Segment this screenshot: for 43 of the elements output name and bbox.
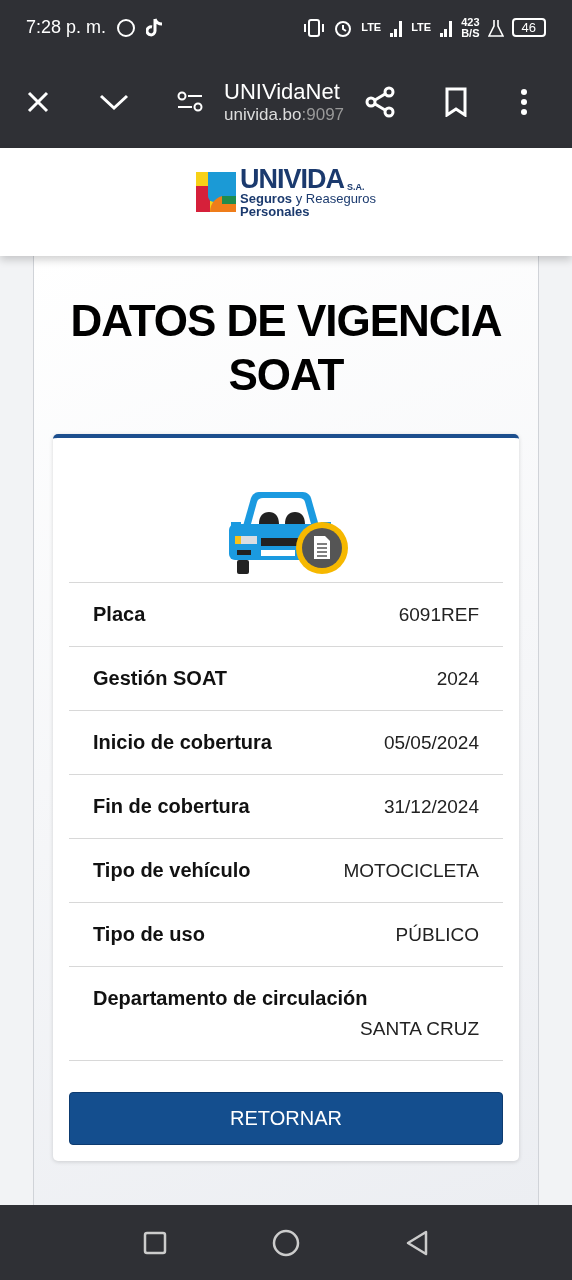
detail-value: PÚBLICO — [395, 924, 479, 946]
network-type: LTE — [411, 22, 432, 33]
detail-value: 05/05/2024 — [383, 732, 479, 754]
page-heading: DATOS DE VIGENCIA SOAT — [69, 295, 503, 401]
detail-label: Gestión SOAT — [93, 667, 228, 690]
detail-label: Placa — [93, 603, 146, 626]
detail-value: SANTA CRUZ — [360, 1018, 479, 1040]
detail-value: MOTOCICLETA — [343, 860, 479, 882]
detail-label: Departamento de circulación — [93, 987, 368, 1010]
close-button[interactable] — [26, 89, 50, 114]
flask-icon — [487, 18, 504, 37]
brand-name: UNIVIDA — [240, 166, 345, 192]
network-speed: 423 — [461, 16, 480, 28]
bookmark-button[interactable] — [444, 86, 469, 117]
detail-label: Tipo de vehículo — [93, 859, 251, 882]
speed-unit: B/S — [461, 27, 480, 39]
detail-label: Inicio de cobertura — [93, 731, 272, 754]
back-triangle-icon[interactable] — [405, 1229, 430, 1256]
share-button[interactable] — [365, 85, 396, 118]
page-url[interactable]: univida.bo:9097 — [224, 104, 345, 125]
vibrate-icon — [303, 17, 326, 38]
more-menu-button[interactable] — [520, 87, 529, 116]
signal-icon — [439, 18, 454, 37]
detail-label: Tipo de uso — [93, 923, 205, 946]
detail-value: 6091REF — [398, 604, 479, 626]
detail-value: 31/12/2024 — [383, 796, 479, 818]
home-circle-icon[interactable] — [272, 1228, 300, 1257]
square-nav-icon[interactable] — [142, 1230, 167, 1255]
music-note-icon — [146, 17, 165, 38]
status-time: 7:28 p. m. — [26, 17, 107, 38]
logo-mark-icon — [196, 172, 237, 212]
return-button[interactable]: RETORNAR — [69, 1092, 503, 1145]
network-type: LTE — [361, 22, 382, 33]
page-title: UNIVidaNet — [224, 78, 341, 105]
chevron-down-button[interactable] — [99, 92, 129, 111]
detail-label: Fin de cobertura — [93, 795, 250, 818]
sliders-button[interactable] — [177, 90, 203, 113]
brand-tagline: Personales — [240, 205, 310, 218]
brand-suffix: S.A. — [347, 182, 365, 192]
brand-tagline: Seguros y Reaseguros — [240, 192, 376, 205]
detail-value: 2024 — [436, 668, 479, 690]
signal-icon — [389, 18, 404, 37]
battery-level: 46 — [511, 18, 546, 37]
